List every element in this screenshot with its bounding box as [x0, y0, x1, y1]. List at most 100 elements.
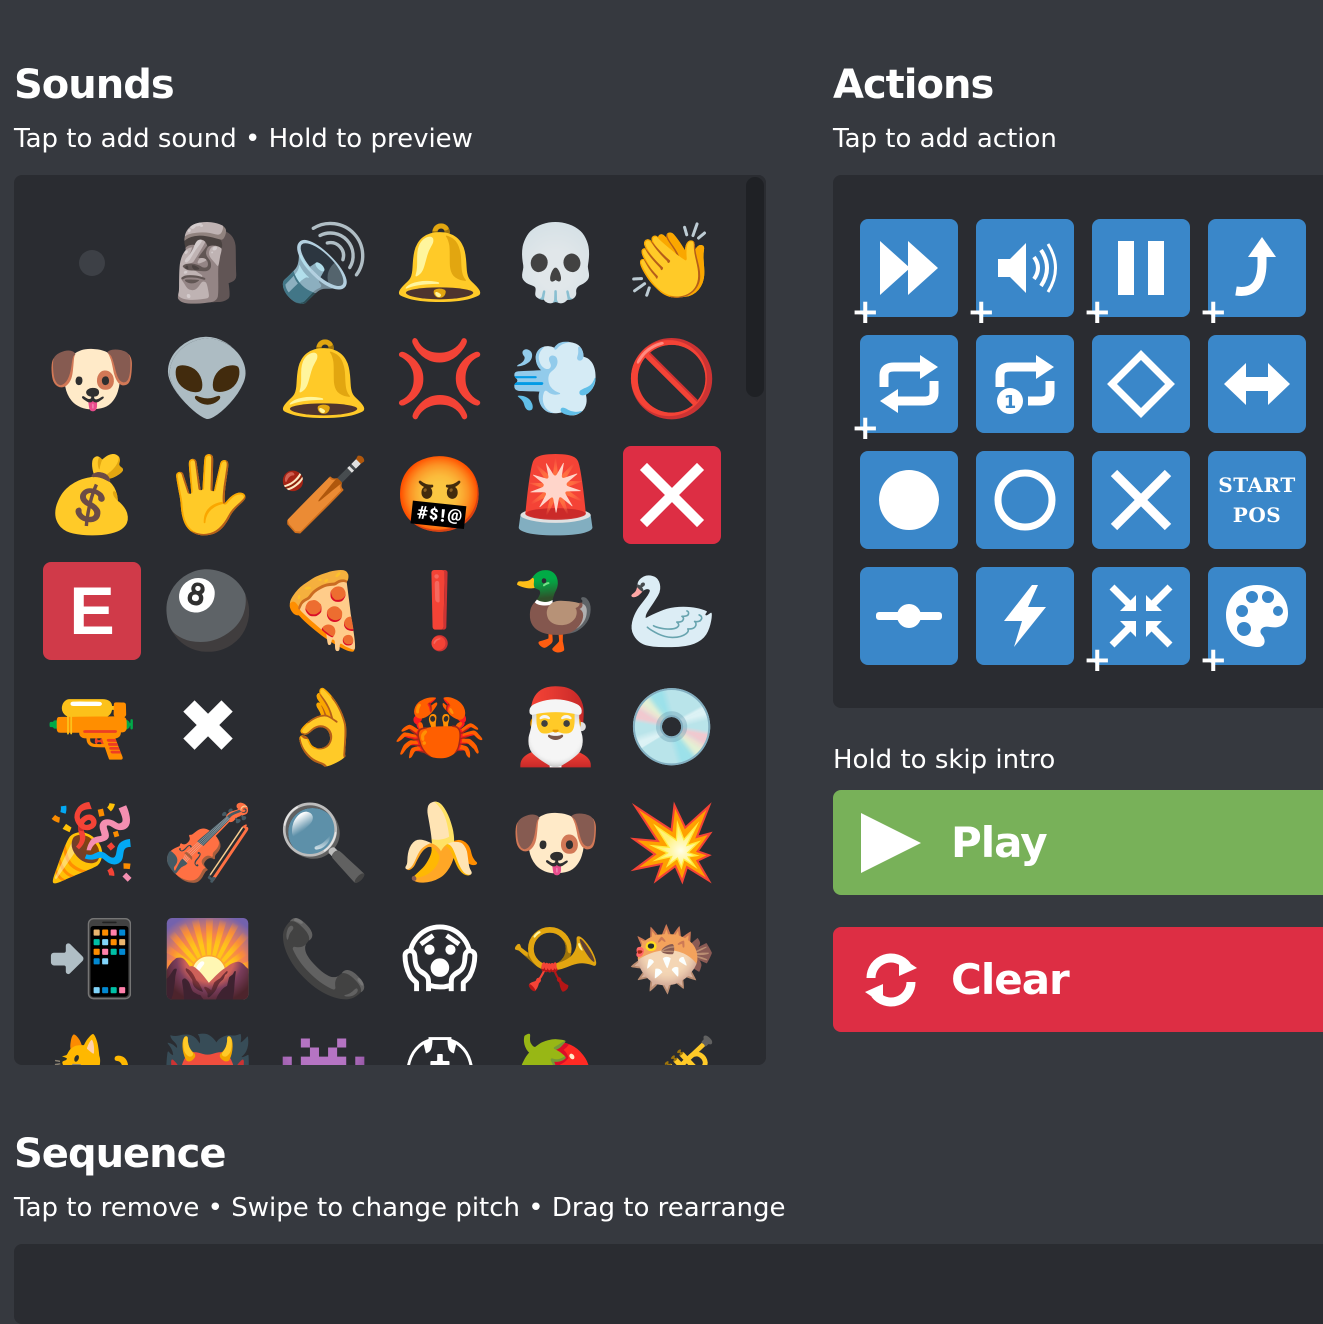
slider-action-button[interactable] [860, 567, 958, 665]
sound-item[interactable]: 🖐 [158, 445, 258, 545]
sound-item[interactable]: 🐶 [506, 793, 606, 893]
palette-action-button[interactable]: + [1199, 567, 1306, 677]
sound-item[interactable]: 💥 [622, 793, 722, 893]
sound-item[interactable]: 🦆 [506, 561, 606, 661]
sound-item[interactable]: 📞 [274, 909, 374, 1009]
sound-emoji: 💥 [625, 800, 719, 886]
sound-emoji: 🚨 [509, 452, 603, 538]
cross-mark-icon [623, 446, 721, 544]
sound-emoji: 🌄 [161, 916, 255, 1002]
empty-sound-dot [79, 250, 105, 276]
sound-item[interactable]: ❗ [390, 561, 490, 661]
sound-emoji: 🦀 [393, 684, 487, 770]
sound-item[interactable]: 🦢 [622, 561, 722, 661]
sound-item[interactable]: 💨 [506, 329, 606, 429]
repeat-icon [874, 349, 944, 419]
sound-item[interactable]: 👹 [158, 1025, 258, 1065]
play-button[interactable]: Play [833, 790, 1323, 895]
x-action-button[interactable] [1092, 451, 1190, 549]
speaker-action-button[interactable]: + [967, 219, 1074, 329]
sound-item[interactable]: 🤬 [390, 445, 490, 545]
sound-item[interactable]: 🎱 [158, 561, 258, 661]
plus-icon: + [1199, 640, 1228, 680]
sound-item[interactable]: 🎻 [158, 793, 258, 893]
left-right-arrow-icon [1222, 349, 1292, 419]
sound-emoji: 🐡 [625, 916, 719, 1002]
start-pos-action-button[interactable]: START POS [1208, 451, 1306, 549]
sound-item[interactable]: 🚫 [622, 329, 722, 429]
repeat-action-button[interactable]: + [851, 335, 958, 445]
sound-emoji: 🗿 [161, 220, 255, 306]
play-label: Play [951, 818, 1048, 867]
sound-item[interactable]: 🐡 [622, 909, 722, 1009]
sound-item[interactable]: 🔫 [42, 677, 142, 777]
sounds-scrollbar-thumb[interactable] [746, 177, 764, 397]
jump-arrow-action-button[interactable]: + [1199, 219, 1306, 329]
left-right-arrow-action-button[interactable] [1208, 335, 1306, 433]
sounds-panel[interactable]: 🗿 🔊 🔔 💀 👏 🐶 👽 🔔 💢 💨 🚫 💰 🖐 🏏 🤬 🚨 E 🎱 🍕 ❗ 🦆 🦢 🔫 ✖ 👌 🦀 🎅 💿 🎉 🎻 🔍 🍌 🐶 💥 📲 🌄 📞 😱 📯 🐡… [14, 175, 766, 1065]
sound-emoji: 📯 [509, 916, 603, 1002]
refresh-icon [865, 953, 917, 1006]
sound-emoji: 🐈 [46, 1038, 138, 1065]
palette-icon [1222, 581, 1292, 651]
sequence-title: Sequence [14, 1131, 226, 1177]
sound-item[interactable]: ✖ [158, 677, 258, 777]
sound-item[interactable]: 🍌 [390, 793, 490, 893]
sound-item[interactable] [42, 213, 142, 313]
sound-item[interactable]: 🐈 [42, 1025, 142, 1065]
sound-item[interactable]: 💢 [390, 329, 490, 429]
sound-emoji: 💿 [625, 684, 719, 770]
sound-item[interactable]: 🍓 [506, 1025, 606, 1065]
sound-emoji: ⛑ [393, 1038, 487, 1065]
sound-item[interactable]: 👽 [158, 329, 258, 429]
start-pos-line1: START [1218, 473, 1296, 497]
sound-item[interactable]: 🎅 [506, 677, 606, 777]
sound-item[interactable]: 🔍 [274, 793, 374, 893]
sound-item[interactable]: 🔔 [274, 329, 374, 429]
sound-emoji: 🖐 [161, 452, 255, 538]
pause-action-button[interactable]: + [1083, 219, 1190, 329]
sound-item[interactable]: 🔊 [274, 213, 374, 313]
sound-item[interactable]: 📯 [506, 909, 606, 1009]
lightning-action-button[interactable] [976, 567, 1074, 665]
sequence-area[interactable] [14, 1244, 1323, 1324]
sound-item[interactable]: 🚨 [506, 445, 606, 545]
sound-item[interactable]: E [42, 561, 142, 661]
sound-item[interactable]: 👏 [622, 213, 722, 313]
clear-button[interactable]: Clear [833, 927, 1323, 1032]
plus-icon: + [1083, 640, 1112, 680]
sound-item[interactable]: 🔔 [390, 213, 490, 313]
sound-item[interactable]: 🏏 [274, 445, 374, 545]
sound-item[interactable]: 💀 [506, 213, 606, 313]
sound-item[interactable]: 🐶 [42, 329, 142, 429]
sound-grid: 🗿 🔊 🔔 💀 👏 🐶 👽 🔔 💢 💨 🚫 💰 🖐 🏏 🤬 🚨 E 🎱 🍕 ❗ 🦆 🦢 🔫 ✖ 👌 🦀 🎅 💿 🎉 🎻 🔍 🍌 🐶 💥 📲 🌄 📞 😱 📯 🐡… [42, 213, 738, 1065]
sound-emoji: 🐶 [509, 800, 603, 886]
sound-item[interactable]: 🌄 [158, 909, 258, 1009]
sound-item[interactable]: 🍕 [274, 561, 374, 661]
fast-forward-action-button[interactable]: + [851, 219, 958, 329]
sound-item[interactable]: ⛑ [390, 1025, 490, 1065]
sound-item[interactable]: 📲 [42, 909, 142, 1009]
compress-action-button[interactable]: + [1083, 567, 1190, 677]
repeat-once-action-button[interactable]: 1 [976, 335, 1074, 433]
diamond-icon [1106, 349, 1176, 419]
sound-emoji: 💀 [509, 220, 603, 306]
sound-item[interactable]: 💿 [622, 677, 722, 777]
sound-item[interactable]: 🗿 [158, 213, 258, 313]
diamond-action-button[interactable] [1092, 335, 1190, 433]
sound-item[interactable]: 👌 [274, 677, 374, 777]
sound-item[interactable]: 💰 [42, 445, 142, 545]
hollow-circle-action-button[interactable] [976, 451, 1074, 549]
filled-circle-icon [874, 465, 944, 535]
sounds-scrollbar[interactable] [744, 175, 766, 1065]
sound-item[interactable]: 🎺 [622, 1025, 722, 1065]
sound-item[interactable]: 😱 [390, 909, 490, 1009]
start-pos-line2: POS [1232, 503, 1282, 527]
sound-item[interactable] [622, 445, 722, 545]
sound-item[interactable]: 🎉 [42, 793, 142, 893]
filled-circle-action-button[interactable] [860, 451, 958, 549]
sounds-title: Sounds [14, 62, 175, 108]
sound-item[interactable]: 🦀 [390, 677, 490, 777]
sound-emoji: 🔫 [45, 684, 139, 770]
sound-item[interactable]: 👾 [274, 1025, 374, 1065]
